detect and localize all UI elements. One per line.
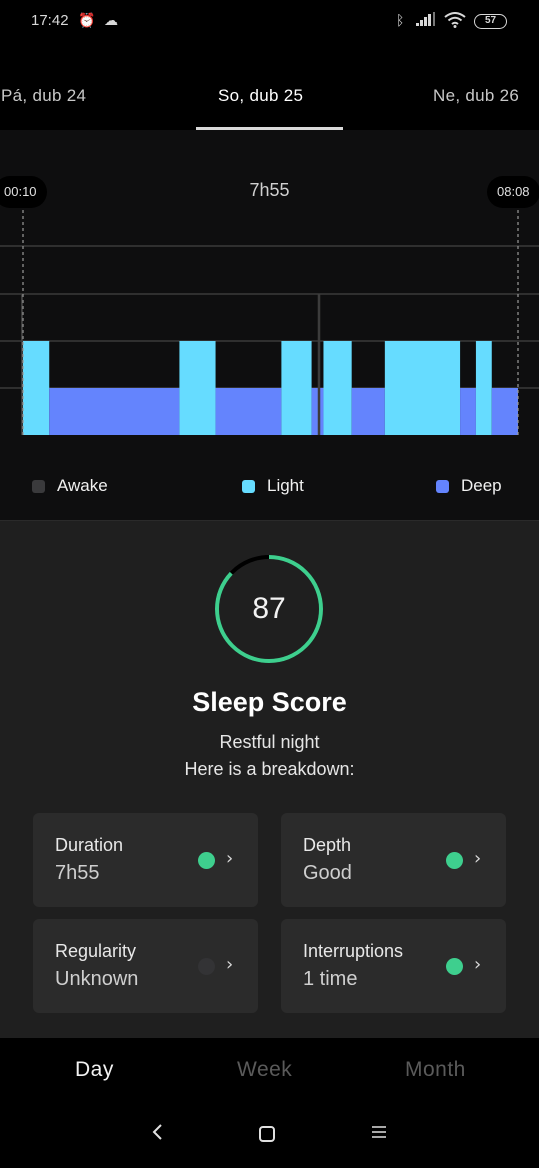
legend-item-awake: Awake [32, 474, 108, 498]
end-time-pill: 08:08 [487, 176, 539, 208]
metric-card-depth[interactable]: Depth Good › [281, 813, 506, 907]
system-nav-bar [0, 1108, 539, 1168]
legend-swatch-light [242, 479, 255, 493]
metric-name: Depth [303, 835, 352, 855]
date-tabs: Pá, dub 24 So, dub 25 Ne, dub 26 [0, 44, 539, 130]
total-duration: 7h55 [249, 180, 290, 200]
metric-value: 1 time [303, 968, 358, 990]
date-tab-current[interactable]: So, dub 25 [218, 86, 303, 106]
date-tab-next[interactable]: Ne, dub 26 [433, 86, 519, 106]
segment-deep [215, 388, 282, 435]
segment-deep [460, 388, 476, 435]
legend-swatch-awake [32, 479, 45, 493]
metric-name: Regularity [55, 941, 137, 961]
tab-week[interactable]: Week [237, 1058, 292, 1082]
status-bar: 17:42 ⏰ ☁ ᛒ 57 [0, 0, 539, 44]
chevron-right-icon: › [474, 848, 482, 869]
legend-swatch-deep [436, 479, 449, 493]
alarm-icon: ⏰ [78, 13, 96, 29]
chevron-right-icon: › [226, 848, 234, 869]
segment-light [323, 341, 352, 435]
sleep-chart: 00:10 7h55 08:08 Awake Light Deep [0, 130, 539, 520]
legend-label-deep: Deep [461, 476, 502, 495]
tab-month[interactable]: Month [405, 1058, 466, 1082]
segment-deep [351, 388, 385, 435]
status-dot [198, 958, 215, 975]
metric-card-interruptions[interactable]: Interruptions 1 time › [281, 919, 506, 1013]
date-tab-previous[interactable]: Pá, dub 24 [1, 86, 86, 106]
metric-value: 7h55 [55, 862, 100, 884]
battery-indicator: 57 [474, 14, 507, 29]
metric-name: Duration [55, 835, 124, 855]
legend-item-light: Light [242, 474, 304, 498]
chevron-right-icon: › [226, 954, 234, 975]
status-dot [446, 852, 463, 869]
tab-day[interactable]: Day [75, 1058, 114, 1082]
segment-deep [49, 388, 180, 435]
segment-light [384, 341, 461, 435]
cloud-icon: ☁ [104, 13, 118, 29]
segment-light [23, 341, 50, 435]
menu-icon[interactable] [371, 1122, 387, 1147]
score-value: 87 [252, 592, 286, 625]
signal-icon [416, 12, 436, 31]
metric-value: Unknown [55, 968, 139, 990]
wifi-icon [444, 12, 466, 33]
score-section: 87 Sleep Score Restful night Here is a b… [0, 520, 539, 1038]
metric-card-duration[interactable]: Duration 7h55 › [33, 813, 258, 907]
status-time: 17:42 [31, 12, 69, 29]
status-dot [198, 852, 215, 869]
status-dot [446, 958, 463, 975]
metric-value: Good [303, 862, 352, 884]
bluetooth-icon: ᛒ [396, 13, 405, 29]
legend-item-deep: Deep [436, 474, 502, 498]
metric-card-regularity[interactable]: Regularity Unknown › [33, 919, 258, 1013]
segment-light [179, 341, 216, 435]
legend-label-awake: Awake [57, 476, 108, 495]
segment-light [475, 341, 492, 435]
segment-light [281, 341, 312, 435]
period-tabs: Day Week Month [0, 1038, 539, 1108]
score-title: Sleep Score [192, 687, 347, 717]
segment-deep [311, 388, 324, 435]
score-subtitle: Restful night [219, 732, 320, 752]
legend-label-light: Light [267, 476, 304, 495]
back-icon[interactable] [151, 1122, 163, 1147]
chevron-right-icon: › [474, 954, 482, 975]
metric-name: Interruptions [303, 941, 404, 961]
segment-deep [491, 388, 518, 435]
home-icon[interactable] [259, 1126, 275, 1142]
score-description: Here is a breakdown: [184, 759, 355, 779]
